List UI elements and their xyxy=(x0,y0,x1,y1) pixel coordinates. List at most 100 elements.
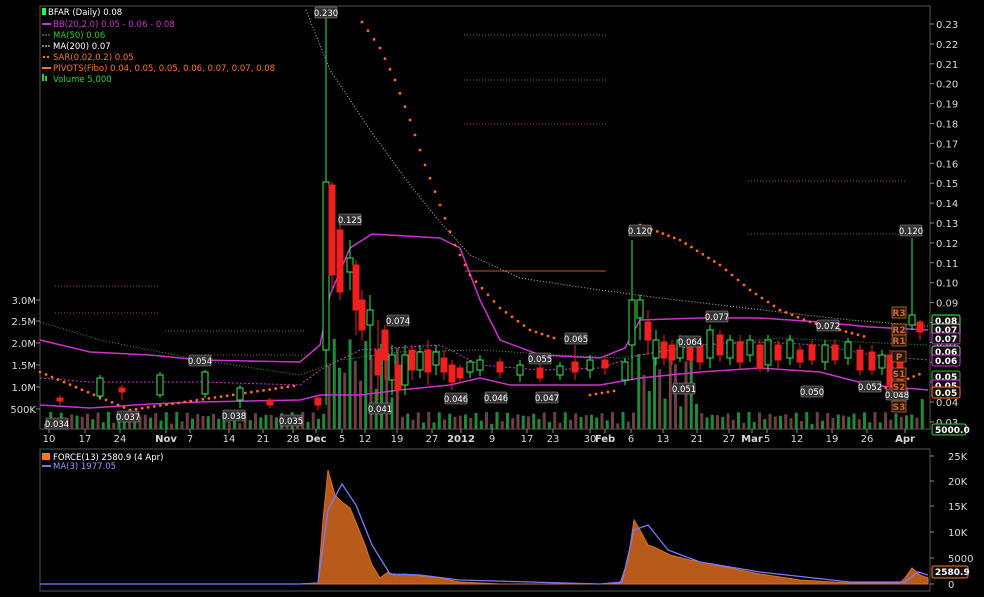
price-axis: 0.23 0.22 0.21 0.20 0.19 0.18 0.17 0.16 0.15 0.14… xyxy=(930,20,958,429)
date-tick-label: 17 xyxy=(521,434,534,445)
volume-bar xyxy=(915,417,919,429)
volume-bar xyxy=(590,414,593,429)
candle-body xyxy=(706,329,714,359)
volume-bar xyxy=(805,412,809,429)
volume-bar xyxy=(605,420,609,429)
price-callout-label: 0.074 xyxy=(386,317,410,327)
price-tick-label: 0.15 xyxy=(936,179,958,190)
sar-dot xyxy=(690,245,693,249)
date-tick-label: 26 xyxy=(861,434,874,445)
volume-bar xyxy=(826,412,830,429)
volume-bar xyxy=(632,412,635,429)
volume-bar xyxy=(521,415,525,429)
volume-bar xyxy=(191,418,194,429)
candle-body xyxy=(401,354,409,386)
sar-dot xyxy=(448,230,452,234)
sar-dot xyxy=(552,336,556,340)
main-legend: BFAR (Daily) 0.08 BB(20,2.0) 0.05 - 0.06… xyxy=(42,8,275,85)
price-tick-label: 0.11 xyxy=(936,259,958,270)
sar-dot xyxy=(808,320,812,324)
sar-dot xyxy=(655,230,659,233)
date-tick-label: 7 xyxy=(187,434,193,445)
volume-bar xyxy=(600,413,604,429)
candle-body xyxy=(96,377,104,397)
sar-dot xyxy=(189,399,193,403)
sar-dot xyxy=(231,393,235,397)
sar-dot xyxy=(724,268,728,272)
sar-dot xyxy=(438,203,442,207)
price-tick-label: 0.18 xyxy=(936,120,958,131)
chart-title: BFAR (Daily) 0.08 xyxy=(48,8,122,18)
price-callout-label: 0.064 xyxy=(678,338,702,348)
sar-dot xyxy=(280,386,284,390)
force-tick-label: 15K xyxy=(948,502,968,513)
volume-bar xyxy=(107,412,110,429)
volume-bar xyxy=(322,413,326,429)
sar-dot xyxy=(152,405,156,408)
pivot-label: R1 xyxy=(892,337,905,347)
date-tick-label: 19 xyxy=(826,434,839,445)
legend-pivots: PIVOTS(Fibo) 0.04, 0.05, 0.05, 0.06, 0.0… xyxy=(53,64,275,74)
price-callout-label: 0.120 xyxy=(899,227,923,237)
sar-dot xyxy=(171,402,174,406)
price-callout-label: 0.046 xyxy=(484,394,508,404)
date-tick-label: Dec xyxy=(305,434,326,445)
volume-bar xyxy=(332,339,336,429)
volume-bar xyxy=(479,420,483,429)
volume-bar xyxy=(159,420,163,429)
volume-bar xyxy=(469,417,473,429)
volume-bar xyxy=(248,420,252,429)
volume-bar xyxy=(542,412,546,429)
price-callout-label: 0.034 xyxy=(45,420,69,430)
volume-bar xyxy=(427,412,431,429)
price-tick-label: 0.20 xyxy=(936,80,958,91)
candle-body xyxy=(868,351,876,371)
price-tick-label: 0.21 xyxy=(936,60,958,71)
date-tick-label: 5 xyxy=(339,434,345,445)
date-axis: 10 17 24 Nov 7 14 21 28 Dec 5 12 19 27 2012 9 17 23 30Feb… xyxy=(43,429,915,445)
sar-dot xyxy=(730,273,734,277)
price-tick-label: 0.19 xyxy=(936,100,958,111)
candle-body xyxy=(516,364,524,376)
stock-chart: BFAR (Daily) 0.08 BB(20,2.0) 0.05 - 0.06… xyxy=(10,5,973,592)
sar-dot xyxy=(528,328,532,332)
volume-bar xyxy=(878,422,882,429)
volume-bar xyxy=(579,417,583,429)
sar-dot xyxy=(712,260,716,263)
sar-dot xyxy=(784,311,788,314)
sar-dot xyxy=(661,232,665,235)
volume-bar xyxy=(810,423,814,429)
volume-bar xyxy=(831,417,835,429)
candle-body xyxy=(726,339,734,359)
sar-dot xyxy=(418,148,422,152)
candle-body xyxy=(821,344,829,363)
volume-bar xyxy=(537,419,541,429)
price-callout-label: 0.052 xyxy=(858,383,882,393)
volume-bar xyxy=(485,412,488,429)
candle-body xyxy=(601,359,609,369)
date-tick-label: 9 xyxy=(489,434,495,445)
volume-bar xyxy=(506,412,509,429)
sar-dot xyxy=(68,383,72,387)
sar-dot xyxy=(116,403,120,407)
sar-dot xyxy=(146,405,150,409)
volume-bar xyxy=(563,412,567,429)
sar-legend-swatch xyxy=(42,55,46,59)
sar-dot xyxy=(250,390,253,394)
candle-body xyxy=(328,184,336,276)
candle-body xyxy=(118,387,126,393)
sar-dot xyxy=(256,389,259,393)
volume-bar xyxy=(112,422,116,429)
volume-bar xyxy=(369,354,373,429)
volume-bar xyxy=(86,413,89,429)
sar-dot xyxy=(594,392,598,396)
sar-dot xyxy=(667,234,670,238)
date-tick-label: 21 xyxy=(257,434,270,445)
volume-bar xyxy=(548,422,551,429)
price-tick-label: 0.13 xyxy=(936,219,958,230)
volume-tick-label: 2.0M xyxy=(11,339,36,350)
sar-dot xyxy=(540,332,544,336)
sar-dot xyxy=(213,396,217,399)
price-tick-label: 0.09 xyxy=(936,299,958,310)
volume-bar xyxy=(663,398,667,429)
